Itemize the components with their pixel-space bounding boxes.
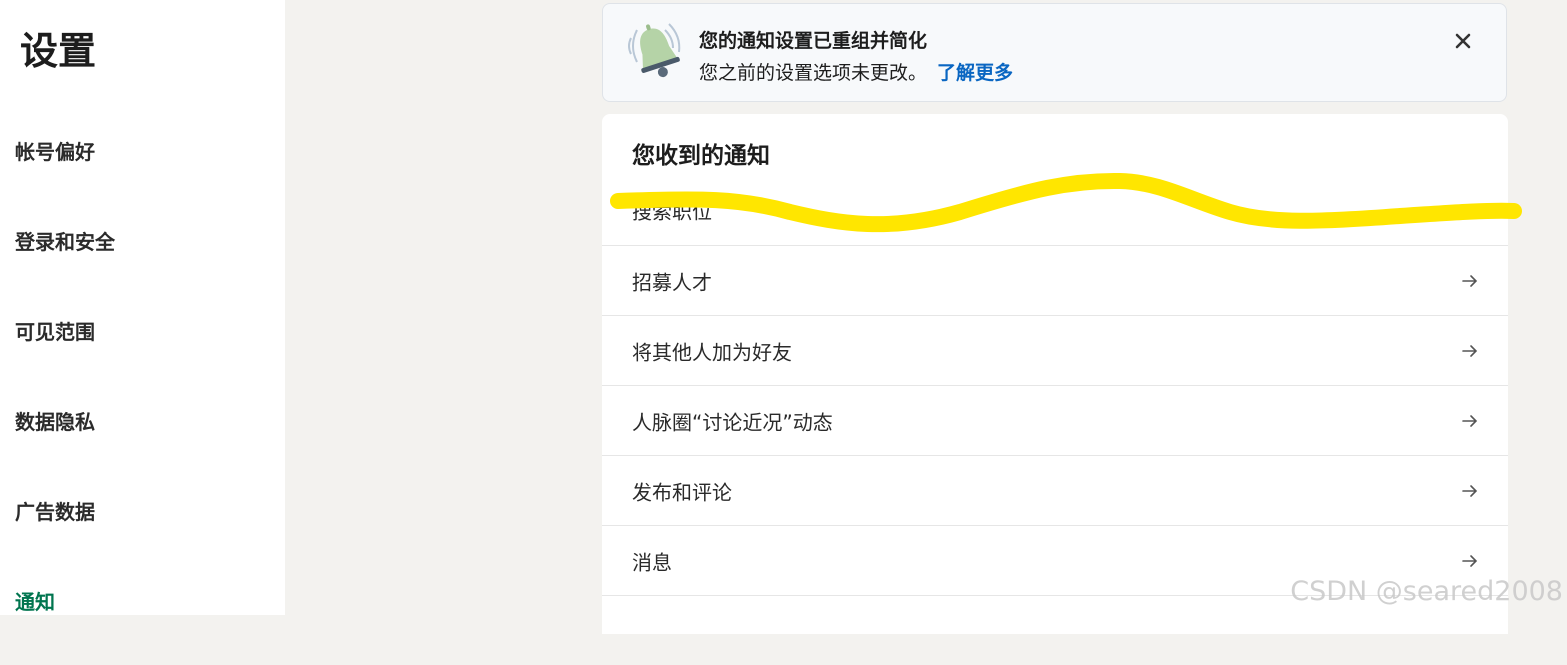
notification-row-job-search[interactable]: 搜索职位 <box>602 175 1508 245</box>
row-label: 招募人才 <box>632 270 712 294</box>
arrow-right-icon <box>1462 204 1478 216</box>
arrow-right-icon <box>1462 554 1478 567</box>
row-label: 将其他人加为好友 <box>632 340 792 364</box>
arrow-right-icon <box>1462 274 1478 287</box>
row-label: 消息 <box>632 550 672 574</box>
sidebar-item-sign-in-security[interactable]: 登录和安全 <box>15 226 115 255</box>
notifications-section-title: 您收到的通知 <box>632 143 770 169</box>
row-label: 发布和评论 <box>632 480 732 504</box>
arrow-right-icon <box>1462 414 1478 427</box>
sidebar-item-visibility[interactable]: 可见范围 <box>15 316 95 345</box>
sidebar-item-account-preferences[interactable]: 帐号偏好 <box>15 136 95 165</box>
banner-subline-text: 您之前的设置选项未更改。 <box>699 62 928 84</box>
notification-row-hiring[interactable]: 招募人才 <box>602 245 1508 315</box>
banner-subline: 您之前的设置选项未更改。 了解更多 <box>699 58 1013 85</box>
sidebar-item-advertising-data[interactable]: 广告数据 <box>15 496 95 525</box>
notification-row-network-updates[interactable]: 人脉圈“讨论近况”动态 <box>602 385 1508 455</box>
settings-sidebar: 设置 帐号偏好 登录和安全 可见范围 数据隐私 广告数据 通知 <box>0 0 285 615</box>
learn-more-link[interactable]: 了解更多 <box>937 62 1013 84</box>
bell-icon <box>628 23 681 78</box>
row-label: 人脉圈“讨论近况”动态 <box>632 410 833 434</box>
notification-banner: 您的通知设置已重组并简化 您之前的设置选项未更改。 了解更多 <box>602 3 1507 102</box>
notifications-card: 您收到的通知 搜索职位 招募人才 将其他人加为好友 人脉圈“讨论近况”动态 发布… <box>602 114 1508 634</box>
sidebar-item-data-privacy[interactable]: 数据隐私 <box>15 406 95 435</box>
close-icon[interactable] <box>1450 28 1476 54</box>
sidebar-item-notifications[interactable]: 通知 <box>15 586 55 615</box>
banner-headline: 您的通知设置已重组并简化 <box>699 30 928 52</box>
watermark: CSDN @seared2008 <box>1290 576 1563 607</box>
settings-title: 设置 <box>20 29 97 73</box>
arrow-right-icon <box>1462 344 1478 357</box>
row-label: 搜索职位 <box>632 199 712 224</box>
notification-row-posts-comments[interactable]: 发布和评论 <box>602 455 1508 525</box>
arrow-right-icon <box>1462 484 1478 497</box>
notification-row-connecting[interactable]: 将其他人加为好友 <box>602 315 1508 385</box>
